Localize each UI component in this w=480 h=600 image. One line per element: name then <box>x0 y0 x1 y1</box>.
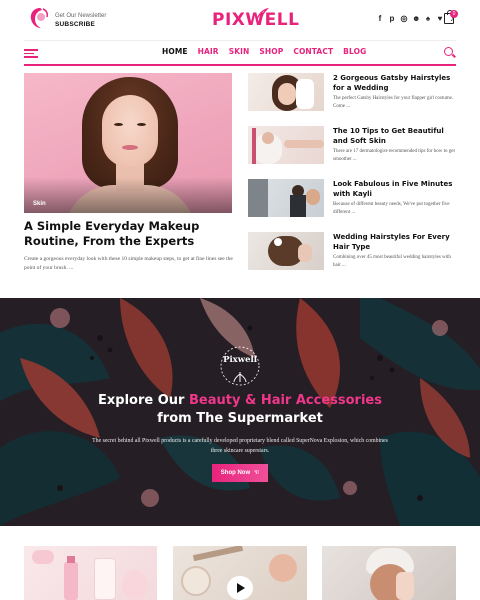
shop-now-button[interactable]: Shop Now ☜ <box>212 464 268 482</box>
list-item[interactable]: Look Fabulous in Five Minutes with Kayli… <box>248 179 458 223</box>
instagram-icon[interactable]: ◎ <box>400 14 408 23</box>
logo-icon[interactable] <box>27 6 49 32</box>
post-excerpt: Combining over 45 most beautiful wedding… <box>333 255 451 268</box>
banner-description: The secret behind all Pixwell products i… <box>92 438 388 454</box>
list-item[interactable]: The 10 Tips to Get Beautiful and Soft Sk… <box>248 126 458 170</box>
banner-title-highlight: Beauty & Hair Accessories <box>188 393 382 408</box>
nav-item-shop[interactable]: SHOP <box>259 47 283 56</box>
post-title[interactable]: Look Fabulous in Five Minutes with Kayli <box>333 179 458 199</box>
logo-swash-icon <box>256 7 269 20</box>
post-title[interactable]: Wedding Hairstyles For Every Hair Type <box>333 232 458 252</box>
featured-excerpt: Create a gorgeous everyday look with the… <box>24 256 233 271</box>
product-card-video[interactable] <box>173 546 307 600</box>
vk-icon[interactable]: ♠ <box>424 14 432 23</box>
cart-count-badge: 0 <box>450 10 458 18</box>
main-nav: HOME HAIR SKIN SHOP CONTACT BLOG <box>0 44 480 62</box>
nav-underline <box>24 64 456 66</box>
hamburger-menu-icon[interactable] <box>24 49 38 58</box>
hand-pointer-icon: ☜ <box>253 470 260 476</box>
post-thumbnail[interactable] <box>248 179 324 217</box>
menu: HOME HAIR SKIN SHOP CONTACT BLOG <box>162 47 366 56</box>
product-card-skincare[interactable] <box>24 546 157 600</box>
post-title[interactable]: 2 Gorgeous Gatsby Hairstyles for a Weddi… <box>333 73 458 93</box>
search-icon[interactable] <box>444 47 453 56</box>
banner-title-line2: from The Supermarket <box>157 411 323 426</box>
banner-brand: Pixwell <box>223 355 257 365</box>
nav-item-home[interactable]: HOME <box>162 47 188 56</box>
featured-image[interactable] <box>24 73 232 213</box>
nav-item-skin[interactable]: SKIN <box>229 47 250 56</box>
pinterest-icon[interactable]: p <box>388 14 396 23</box>
banner-title-prefix: Explore Our <box>98 393 189 408</box>
nav-item-blog[interactable]: BLOG <box>343 47 366 56</box>
banner-logo-icon <box>220 346 260 386</box>
list-item[interactable]: Wedding Hairstyles For Every Hair Type C… <box>248 232 458 276</box>
post-title[interactable]: The 10 Tips to Get Beautiful and Soft Sk… <box>333 126 458 146</box>
featured-title[interactable]: A Simple Everyday Makeup Routine, From t… <box>24 219 239 249</box>
list-item[interactable]: 2 Gorgeous Gatsby Hairstyles for a Weddi… <box>248 73 458 117</box>
post-thumbnail[interactable] <box>248 232 324 270</box>
subscribe-link[interactable]: SUBSCRIBE <box>55 20 106 30</box>
top-bar: Get Our Newsletter SUBSCRIBE PIXWELL f p… <box>0 0 480 40</box>
product-card-face-mask[interactable] <box>322 546 456 600</box>
newsletter-label: Get Our Newsletter <box>55 13 107 19</box>
category-tag[interactable]: Skin <box>33 201 46 207</box>
post-excerpt: There are 17 dermatologist-recommended t… <box>333 149 455 162</box>
post-excerpt: The perfect Gatsby Hairstyles for your f… <box>333 96 454 109</box>
post-thumbnail[interactable] <box>248 73 324 111</box>
nav-item-hair[interactable]: HAIR <box>198 47 219 56</box>
heart-icon[interactable]: ♥ <box>436 14 444 23</box>
newsletter-block[interactable]: Get Our Newsletter SUBSCRIBE <box>55 12 106 30</box>
facebook-icon[interactable]: f <box>376 14 384 23</box>
snapchat-icon[interactable]: ☻ <box>412 14 420 23</box>
shop-now-label: Shop Now <box>220 470 251 476</box>
divider <box>24 40 456 41</box>
post-excerpt: Because of different beauty needs, We've… <box>333 202 450 215</box>
post-thumbnail[interactable] <box>248 126 324 164</box>
banner-title: Explore Our Beauty & Hair Accessories fr… <box>0 392 480 428</box>
nav-item-contact[interactable]: CONTACT <box>293 47 333 56</box>
play-button-icon[interactable] <box>227 576 253 600</box>
